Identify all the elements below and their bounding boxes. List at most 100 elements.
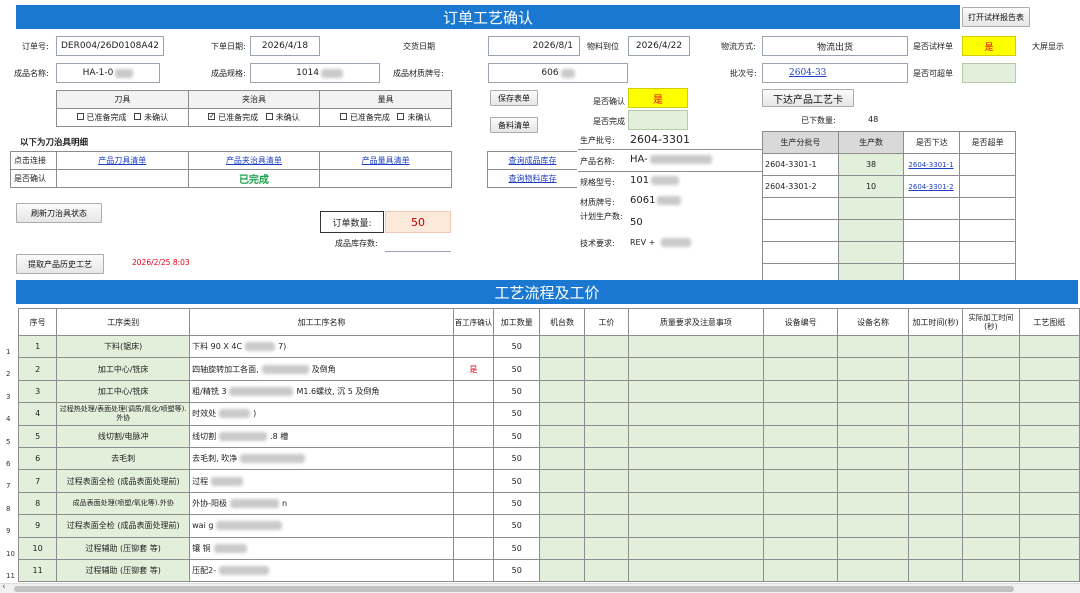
row-equip-no[interactable] [762,469,839,493]
row-price[interactable] [583,334,629,359]
row-equip-name[interactable] [837,536,909,560]
row-drawing[interactable] [1018,357,1080,381]
issue-process-card-button[interactable]: 下达产品工艺卡 [762,89,854,107]
save-form-button[interactable]: 保存表单 [490,90,538,106]
open-sample-report-button[interactable]: 打开试样报告表 [962,7,1030,27]
row-equip-no[interactable] [762,402,839,426]
row-time[interactable] [907,491,964,516]
row-equip-no[interactable] [762,536,839,560]
row-machines[interactable] [539,334,585,359]
row-equip-name[interactable] [837,446,909,471]
row-time[interactable] [907,357,964,381]
scroll-left-arrow-icon[interactable]: ‹ [2,582,6,592]
row-actual-time[interactable] [962,469,1020,493]
batch-no-field[interactable]: 2604-33 [762,63,908,83]
row-drawing[interactable] [1018,424,1080,448]
row-price[interactable] [583,536,629,560]
checkbox-gauge-ready[interactable] [339,113,347,120]
row-equip-name[interactable] [837,558,909,583]
row-quality[interactable] [627,379,764,404]
order-qty-field[interactable]: 50 [385,211,451,233]
row-drawing[interactable] [1018,536,1080,560]
horizontal-scrollbar[interactable]: ‹ [0,582,1080,593]
stock-field[interactable] [385,236,451,252]
query-product-stock-link[interactable]: 查询成品库存 [509,156,557,165]
row-machines[interactable] [539,446,585,471]
row-time[interactable] [907,446,964,471]
row-machines[interactable] [539,379,585,404]
row-actual-time[interactable] [962,536,1020,560]
order-no-field[interactable]: DER004/26D0108A42 [56,36,164,56]
issued-link-1[interactable]: 2604-3301-1 [908,161,953,169]
logistics-field[interactable]: 物流出货 [762,36,908,56]
row-time[interactable] [907,469,964,493]
row-quality[interactable] [627,491,764,516]
row-drawing[interactable] [1018,446,1080,471]
refresh-tooling-button[interactable]: 刷新刀治具状态 [16,203,102,223]
row-price[interactable] [583,379,629,404]
row-drawing[interactable] [1018,558,1080,583]
row-quality[interactable] [627,402,764,426]
checkbox-gauge-unconfirmed[interactable] [397,113,405,120]
gauge-list-link[interactable]: 产品量具清单 [362,156,410,165]
row-machines[interactable] [539,491,585,516]
row-quality[interactable] [627,469,764,493]
row-equip-name[interactable] [837,491,909,516]
material-grade-field[interactable]: 606 [488,63,628,83]
checkbox-cutter-ready[interactable] [76,113,84,120]
row-drawing[interactable] [1018,402,1080,426]
cutter-list-link[interactable]: 产品刀具清单 [98,156,146,165]
row-machines[interactable] [539,469,585,493]
row-quality[interactable] [627,334,764,359]
row-equip-no[interactable] [762,514,839,538]
checkbox-fixture-unconfirmed[interactable] [265,113,273,120]
delivery-date-field[interactable]: 2026/8/1 [488,36,580,56]
row-machines[interactable] [539,402,585,426]
row-actual-time[interactable] [962,379,1020,404]
row-machines[interactable] [539,536,585,560]
row-actual-time[interactable] [962,357,1020,381]
extract-history-button[interactable]: 提取产品历史工艺 [16,254,104,274]
row-machines[interactable] [539,514,585,538]
row-actual-time[interactable] [962,514,1020,538]
issued-link-2[interactable]: 2604-3301-2 [908,183,953,191]
row-drawing[interactable] [1018,379,1080,404]
row-equip-no[interactable] [762,558,839,583]
row-equip-no[interactable] [762,334,839,359]
row-equip-name[interactable] [837,334,909,359]
row-time[interactable] [907,379,964,404]
row-price[interactable] [583,446,629,471]
row-equip-name[interactable] [837,402,909,426]
row-machines[interactable] [539,558,585,583]
row-drawing[interactable] [1018,491,1080,516]
row-equip-no[interactable] [762,491,839,516]
row-machines[interactable] [539,424,585,448]
done-field[interactable] [628,110,688,130]
confirm-field[interactable]: 是 [628,88,688,108]
checkbox-fixture-ready[interactable]: ✓ [208,113,216,120]
row-quality[interactable] [627,536,764,560]
row-time[interactable] [907,402,964,426]
row-quality[interactable] [627,558,764,583]
row-drawing[interactable] [1018,334,1080,359]
row-actual-time[interactable] [962,334,1020,359]
row-price[interactable] [583,514,629,538]
row-equip-no[interactable] [762,379,839,404]
row-quality[interactable] [627,357,764,381]
row-equip-name[interactable] [837,379,909,404]
product-name-field[interactable]: HA-1-0 [56,63,160,83]
row-drawing[interactable] [1018,469,1080,493]
row-time[interactable] [907,424,964,448]
row-time[interactable] [907,334,964,359]
row-actual-time[interactable] [962,491,1020,516]
product-spec-field[interactable]: 1014 [250,63,380,83]
row-quality[interactable] [627,514,764,538]
row-actual-time[interactable] [962,402,1020,426]
row-actual-time[interactable] [962,446,1020,471]
row-equip-no[interactable] [762,424,839,448]
batch-no-link[interactable]: 2604-33 [789,68,826,78]
order-date-field[interactable]: 2026/4/18 [250,36,320,56]
row-price[interactable] [583,491,629,516]
can-exceed-field[interactable] [962,63,1016,83]
row-equip-no[interactable] [762,446,839,471]
